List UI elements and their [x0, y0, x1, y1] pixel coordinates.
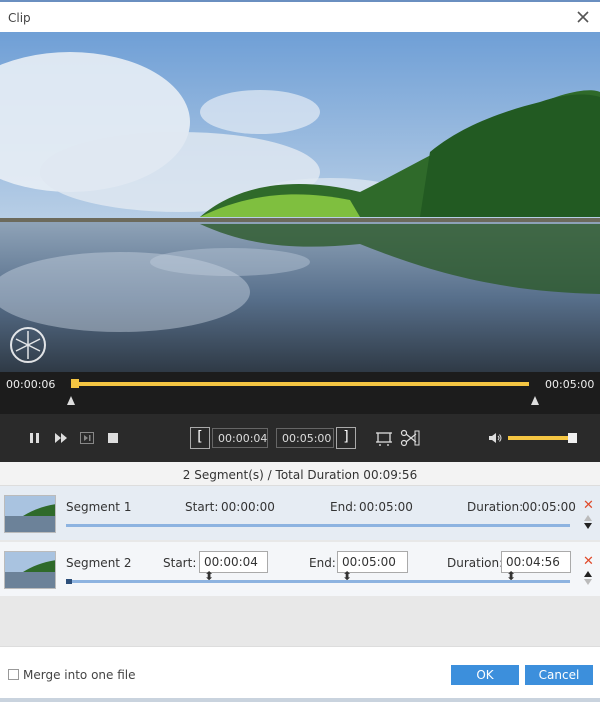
set-start-button[interactable]: [: [190, 427, 210, 449]
start-marker-handle[interactable]: [67, 396, 75, 405]
list-item[interactable]: Segment 1 Start: 00:00:00 End: 00:05:00 …: [0, 486, 600, 540]
start-label: Start:: [163, 556, 197, 570]
ok-button[interactable]: OK: [451, 665, 519, 685]
current-time: 00:00:06: [6, 378, 56, 391]
window-title: Clip: [8, 11, 31, 25]
segment-list: Segment 1 Start: 00:00:00 End: 00:05:00 …: [0, 486, 600, 646]
set-end-button[interactable]: ]: [336, 427, 356, 449]
start-time-field[interactable]: 00:00:04: [212, 428, 268, 448]
watermark-logo: [10, 327, 46, 363]
close-icon[interactable]: [574, 8, 592, 26]
duration-value: 00:04:56: [506, 555, 560, 569]
volume-icon[interactable]: [487, 430, 503, 446]
timeline-progress-bar[interactable]: [71, 382, 529, 386]
start-value: 00:00:00: [221, 500, 275, 514]
playback-controls: [ 00:00:04 00:05:00 ]: [0, 414, 600, 462]
end-value: 00:05:00: [359, 500, 413, 514]
merge-checkbox[interactable]: [8, 669, 19, 680]
segment-range-bar: [66, 524, 570, 527]
playhead-handle[interactable]: [71, 379, 79, 388]
timeline: 00:00:06 00:05:00: [0, 372, 600, 414]
end-marker-handle[interactable]: [531, 396, 539, 405]
volume-slider[interactable]: [508, 436, 572, 440]
segment-start-marker: [66, 579, 72, 584]
segment-thumbnail: [4, 495, 56, 533]
crop-icon[interactable]: [375, 429, 393, 447]
stop-icon[interactable]: [105, 430, 121, 446]
dialog-footer: Merge into one file OK Cancel: [0, 646, 600, 702]
start-time-spinner[interactable]: 00:00:04 ⬍: [199, 551, 268, 583]
segment-name: Segment 1: [66, 500, 132, 514]
end-time-spinner[interactable]: 00:05:00 ⬍: [337, 551, 408, 583]
move-up-icon[interactable]: [584, 571, 592, 577]
window-bottom-border: [0, 698, 600, 702]
segment-summary: 2 Segment(s) / Total Duration 00:09:56: [0, 462, 600, 486]
cancel-button[interactable]: Cancel: [525, 665, 593, 685]
fast-forward-icon[interactable]: [53, 430, 69, 446]
segment-name: Segment 2: [66, 556, 132, 570]
start-label: Start:: [185, 500, 219, 514]
list-item[interactable]: Segment 2 Start: 00:00:04 ⬍ End: 00:05:0…: [0, 542, 600, 596]
cut-icon[interactable]: [400, 429, 420, 447]
start-value: 00:00:04: [204, 555, 258, 569]
delete-icon[interactable]: ✕: [583, 554, 594, 569]
video-preview: [0, 32, 600, 372]
move-down-icon[interactable]: [584, 579, 592, 585]
pause-icon[interactable]: [27, 430, 43, 446]
duration-spinner[interactable]: 00:04:56 ⬍: [501, 551, 571, 583]
duration-label: Duration:: [447, 556, 504, 570]
segment-range-bar: [66, 579, 570, 584]
end-label: End:: [330, 500, 357, 514]
merge-label[interactable]: Merge into one file: [23, 668, 136, 682]
end-label: End:: [309, 556, 336, 570]
end-time-field[interactable]: 00:05:00: [276, 428, 334, 448]
title-bar: Clip: [0, 0, 600, 32]
duration-value: 00:05:00: [522, 500, 576, 514]
end-time: 00:05:00: [545, 378, 595, 391]
delete-icon[interactable]: ✕: [583, 498, 594, 513]
volume-handle[interactable]: [568, 433, 577, 443]
frame-step-icon[interactable]: [79, 430, 95, 446]
duration-label: Duration:: [467, 500, 524, 514]
end-value: 00:05:00: [342, 555, 396, 569]
move-down-icon[interactable]: [584, 523, 592, 529]
move-up-icon[interactable]: [584, 515, 592, 521]
video-frame-image: [0, 32, 600, 372]
segment-thumbnail: [4, 551, 56, 589]
